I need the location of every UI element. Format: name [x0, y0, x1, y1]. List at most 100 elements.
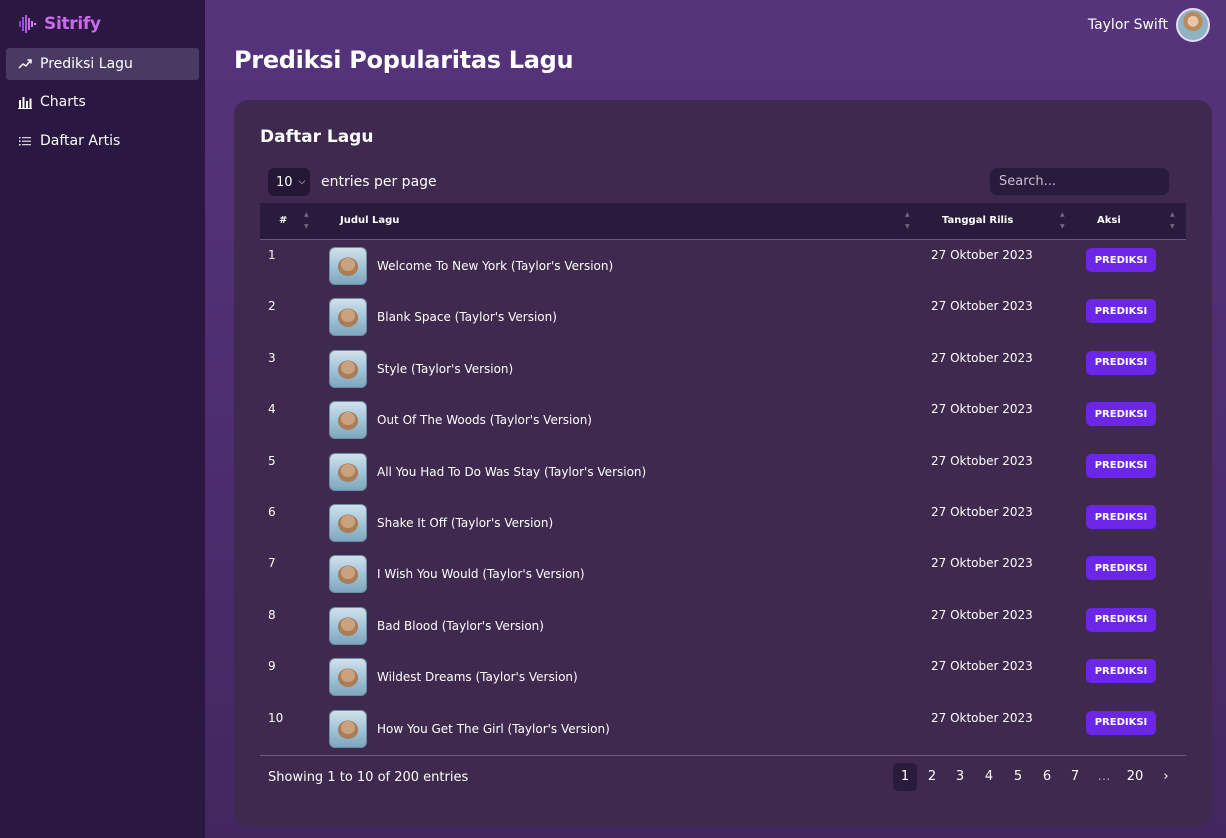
row-number: 9 [268, 659, 276, 674]
page-button-7[interactable]: 7 [1064, 763, 1086, 791]
release-date: 27 Oktober 2023 [931, 299, 1033, 314]
page-button-20[interactable]: 20 [1124, 763, 1146, 791]
predict-button[interactable]: PREDIKSI [1086, 402, 1156, 427]
predict-button[interactable]: PREDIKSI [1086, 659, 1156, 684]
column-header-action[interactable]: Aksi [1097, 215, 1121, 226]
card-title: Daftar Lagu [260, 127, 374, 147]
sort-icon: ▲ ▼ [1170, 211, 1175, 230]
album-cover-image [329, 504, 367, 542]
album-cover-image [329, 658, 367, 697]
page-button-4[interactable]: 4 [978, 763, 1000, 791]
table-row: 1 Welcome To New York (Taylor's Version)… [260, 240, 1186, 291]
song-title: Wildest Dreams (Taylor's Version) [377, 670, 578, 685]
release-date: 27 Oktober 2023 [931, 453, 1033, 468]
album-cover-image [329, 298, 367, 337]
sidebar-item-daftar-artis[interactable]: Daftar Artis [6, 125, 199, 157]
page-button-5[interactable]: 5 [1007, 763, 1029, 791]
album-cover-image [329, 452, 367, 491]
column-header-release-date[interactable]: Tanggal Rilis [942, 215, 1013, 226]
trending-up-icon [18, 59, 32, 69]
predict-button[interactable]: PREDIKSI [1086, 607, 1156, 632]
entries-info: Showing 1 to 10 of 200 entries [268, 770, 469, 785]
release-date: 27 Oktober 2023 [931, 710, 1033, 725]
song-title: How You Get The Girl (Taylor's Version) [377, 721, 610, 736]
release-date: 27 Oktober 2023 [931, 607, 1033, 622]
row-number: 3 [268, 350, 276, 365]
page-button-3[interactable]: 3 [949, 763, 971, 791]
page-title: Prediksi Popularitas Lagu [234, 46, 574, 74]
predict-button[interactable]: PREDIKSI [1086, 710, 1156, 735]
row-number: 1 [268, 248, 276, 262]
column-header-title[interactable]: Judul Lagu [340, 215, 399, 226]
page-button-6[interactable]: 6 [1036, 763, 1058, 791]
album-cover-image [329, 401, 367, 440]
row-number: 4 [268, 402, 276, 417]
release-date: 27 Oktober 2023 [931, 350, 1033, 365]
sidebar-item-label: Daftar Artis [40, 133, 121, 149]
user-menu[interactable]: Taylor Swift [1088, 8, 1210, 42]
sidebar-item-label: Prediksi Lagu [40, 56, 133, 72]
album-cover-image [329, 349, 367, 388]
predict-button[interactable]: PREDIKSI [1086, 505, 1156, 529]
song-title: Welcome To New York (Taylor's Version) [377, 259, 614, 273]
row-number: 2 [268, 299, 276, 314]
row-number: 5 [268, 453, 276, 468]
sort-icon: ▲ ▼ [905, 211, 910, 230]
sidebar-item-label: Charts [40, 94, 86, 110]
sort-icon: ▲ ▼ [1060, 211, 1065, 230]
predict-button[interactable]: PREDIKSI [1086, 453, 1156, 478]
table-row: 6 Shake It Off (Taylor's Version) 27 Okt… [260, 497, 1186, 548]
predict-button[interactable]: PREDIKSI [1086, 556, 1156, 581]
predict-button[interactable]: PREDIKSI [1086, 299, 1156, 324]
album-cover-image [329, 247, 367, 285]
sidebar-item-prediksi-lagu[interactable]: Prediksi Lagu [6, 48, 199, 80]
brand-name: Sitrify [44, 14, 101, 34]
search-input[interactable] [989, 167, 1170, 196]
predict-button[interactable]: PREDIKSI [1086, 350, 1156, 375]
brand[interactable]: Sitrify [18, 12, 101, 36]
per-page-label: entries per page [321, 174, 437, 190]
song-title: Bad Blood (Taylor's Version) [377, 618, 544, 633]
table-row: 4 Out Of The Woods (Taylor's Version) 27… [260, 394, 1186, 445]
table-header: # ▲ ▼ Judul Lagu ▲ ▼ Tanggal Rilis ▲ ▼ Aksi… [260, 203, 1186, 240]
table-row: 7 I Wish You Would (Taylor's Version) 27… [260, 548, 1186, 599]
row-number: 7 [268, 556, 276, 571]
sort-icon: ▲ ▼ [304, 211, 309, 230]
table-row: 10 How You Get The Girl (Taylor's Versio… [260, 703, 1186, 754]
song-title: All You Had To Do Was Stay (Taylor's Ver… [377, 464, 647, 479]
predict-button[interactable]: PREDIKSI [1086, 248, 1156, 272]
song-title: Shake It Off (Taylor's Version) [377, 516, 554, 530]
table-row: 8 Bad Blood (Taylor's Version) 27 Oktobe… [260, 600, 1186, 651]
row-number: 10 [268, 710, 284, 725]
chevron-down-icon: ⌵ [298, 177, 306, 187]
songs-card: Daftar Lagu 10 ⌵ entries per page # ▲▼ J… [234, 100, 1212, 826]
page-button-1[interactable]: 1 [893, 763, 917, 791]
pagination-ellipsis: … [1097, 769, 1111, 784]
release-date: 27 Oktober 2023 [931, 505, 1033, 519]
entries-per-page-select[interactable]: 10 ⌵ [268, 168, 310, 196]
row-number: 6 [268, 505, 276, 519]
album-cover-image [329, 555, 367, 594]
user-name: Taylor Swift [1087, 17, 1168, 33]
table-row: 9 Wildest Dreams (Taylor's Version) 27 O… [260, 651, 1186, 702]
song-title: Out Of The Woods (Taylor's Version) [377, 413, 592, 428]
next-page-button[interactable]: › [1155, 763, 1177, 791]
release-date: 27 Oktober 2023 [931, 248, 1033, 262]
release-date: 27 Oktober 2023 [931, 402, 1033, 417]
table-row: 2 Blank Space (Taylor's Version) 27 Okto… [260, 291, 1186, 342]
album-cover-image [329, 709, 367, 748]
column-header-number[interactable]: # [279, 215, 287, 226]
table-divider [260, 755, 1186, 756]
sidebar: Sitrify Prediksi Lagu Charts Daftar Arti… [0, 0, 205, 838]
album-cover-image [329, 606, 367, 645]
row-number: 8 [268, 607, 276, 622]
avatar[interactable] [1176, 8, 1210, 42]
list-icon [19, 137, 31, 146]
page-button-2[interactable]: 2 [921, 763, 943, 791]
table-row: 5 All You Had To Do Was Stay (Taylor's V… [260, 446, 1186, 497]
table-row: 3 Style (Taylor's Version) 27 Oktober 20… [260, 343, 1186, 394]
bar-chart-icon [18, 97, 32, 109]
release-date: 27 Oktober 2023 [931, 556, 1033, 571]
per-page-value: 10 [276, 174, 293, 190]
sidebar-item-charts[interactable]: Charts [6, 86, 199, 118]
